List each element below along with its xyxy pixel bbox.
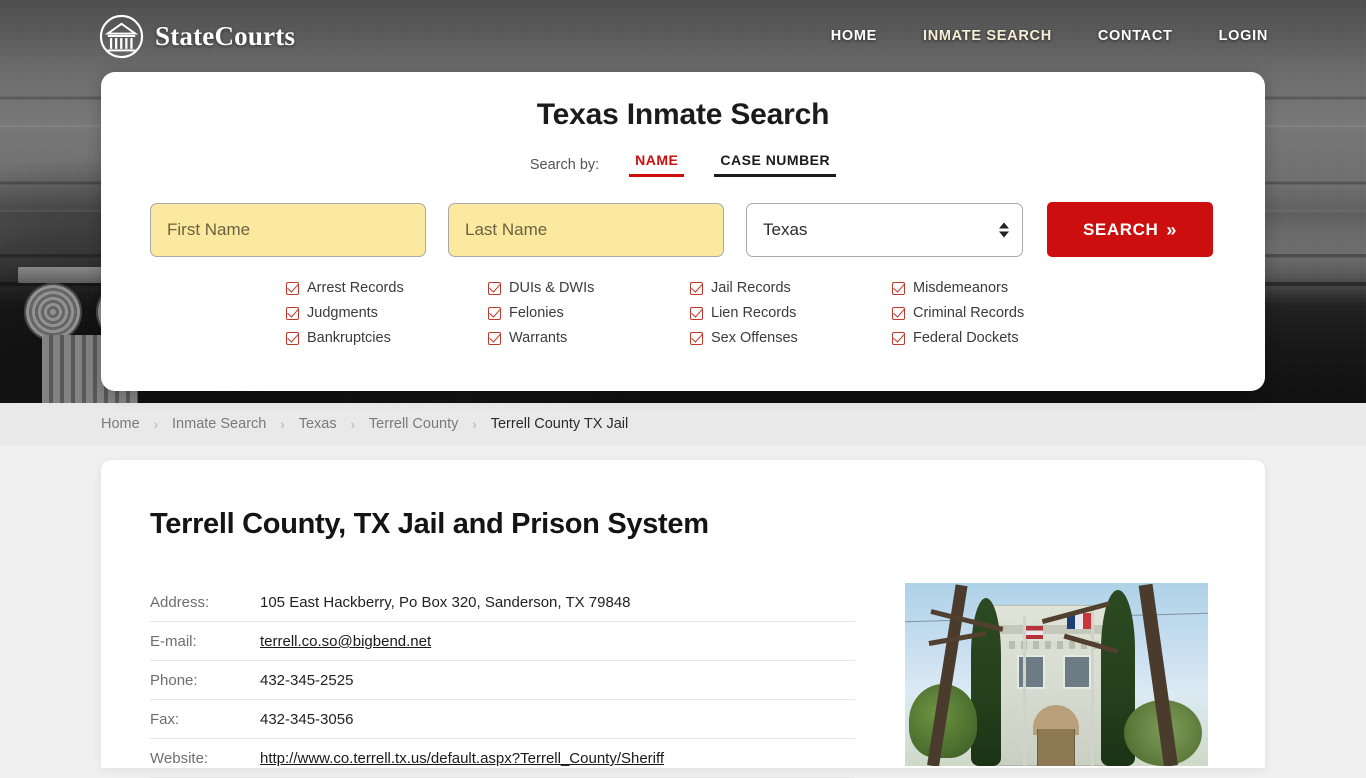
checkbox-sex-offenses[interactable]: Sex Offenses [690, 330, 892, 346]
detail-value-email: terrell.co.so@bigbend.net [260, 621, 855, 661]
double-chevron-right-icon: » [1166, 219, 1177, 240]
courthouse-circle-icon [99, 14, 144, 58]
table-row: Address: 105 East Hackberry, Po Box 320,… [150, 583, 855, 622]
search-card-title: Texas Inmate Search [536, 98, 830, 131]
site-header: StateCourts HOME INMATE SEARCH CONTACT L… [0, 0, 1366, 72]
checkbox-label: Sex Offenses [711, 330, 798, 346]
checkbox-checked-icon [892, 281, 905, 295]
tab-search-by-name[interactable]: NAME [629, 151, 685, 177]
breadcrumb-item-texas[interactable]: Texas [299, 416, 337, 432]
detail-key-address: Address: [150, 583, 260, 622]
detail-value-website: http://www.co.terrell.tx.us/default.aspx… [260, 738, 855, 778]
checkbox-label: Lien Records [711, 305, 797, 321]
search-button[interactable]: SEARCH » [1047, 202, 1213, 257]
brand-name: StateCourts [155, 20, 296, 51]
checkbox-checked-icon [690, 281, 703, 295]
checkbox-warrants[interactable]: Warrants [488, 330, 690, 346]
checkbox-label: Bankruptcies [307, 330, 391, 346]
table-row: Phone: 432-345-2525 [150, 660, 855, 700]
breadcrumb-item-inmate-search[interactable]: Inmate Search [172, 416, 266, 432]
detail-key-phone: Phone: [150, 660, 260, 700]
checkbox-arrest-records[interactable]: Arrest Records [286, 280, 488, 296]
chevron-right-icon: › [472, 416, 477, 432]
chevron-right-icon: › [350, 416, 355, 432]
us-flag-icon [1026, 626, 1043, 639]
search-button-label: SEARCH [1082, 219, 1159, 239]
breadcrumb-item-current: Terrell County TX Jail [490, 416, 629, 432]
checkbox-label: Arrest Records [307, 280, 404, 296]
checkbox-checked-icon [286, 281, 299, 295]
page-title: Terrell County, TX Jail and Prison Syste… [150, 508, 709, 540]
checkbox-felonies[interactable]: Felonies [488, 305, 690, 321]
checkbox-checked-icon [488, 331, 501, 345]
detail-value-fax: 432-345-3056 [260, 699, 855, 739]
brand-logo-link[interactable]: StateCourts [98, 13, 295, 60]
last-name-input[interactable] [448, 202, 724, 257]
nav-item-inmate-search[interactable]: INMATE SEARCH [923, 28, 1052, 44]
checkbox-label: Warrants [509, 330, 568, 346]
checkbox-label: Criminal Records [913, 305, 1025, 321]
search-form-row: SEARCH » [101, 202, 1265, 257]
checkbox-misdemeanors[interactable]: Misdemeanors [892, 280, 1094, 296]
record-type-checkbox-grid: Arrest Records DUIs & DWIs Jail Records … [101, 280, 1265, 346]
checkbox-criminal-records[interactable]: Criminal Records [892, 305, 1094, 321]
table-row: Website: http://www.co.terrell.tx.us/def… [150, 738, 855, 778]
breadcrumb-item-home[interactable]: Home [101, 416, 140, 432]
courthouse-photo [905, 583, 1208, 766]
tab-search-by-case-number[interactable]: CASE NUMBER [714, 151, 837, 177]
checkbox-checked-icon [690, 306, 703, 320]
checkbox-label: Federal Dockets [913, 330, 1019, 346]
search-by-row: Search by: NAME CASE NUMBER [101, 151, 1265, 177]
jail-detail-card: Terrell County, TX Jail and Prison Syste… [101, 460, 1265, 778]
first-name-input[interactable] [150, 202, 426, 257]
facility-detail-table: Address: 105 East Hackberry, Po Box 320,… [150, 583, 855, 778]
checkbox-lien-records[interactable]: Lien Records [690, 305, 892, 321]
checkbox-checked-icon [892, 306, 905, 320]
search-by-label: Search by: [529, 157, 600, 173]
detail-section: Address: 105 East Hackberry, Po Box 320,… [101, 583, 1265, 778]
website-link[interactable]: http://www.co.terrell.tx.us/default.aspx… [260, 750, 664, 767]
nav-item-home[interactable]: HOME [831, 28, 877, 44]
table-row: Fax: 432-345-3056 [150, 699, 855, 739]
chevron-right-icon: › [153, 416, 159, 432]
nav-item-contact[interactable]: CONTACT [1098, 28, 1173, 44]
checkbox-bankruptcies[interactable]: Bankruptcies [286, 330, 488, 346]
checkbox-duis-dwis[interactable]: DUIs & DWIs [488, 280, 690, 296]
main-navigation: HOME INMATE SEARCH CONTACT LOGIN [831, 28, 1268, 44]
detail-value-phone: 432-345-2525 [260, 660, 855, 700]
inmate-search-card: Texas Inmate Search Search by: NAME CASE… [101, 72, 1265, 391]
checkbox-label: DUIs & DWIs [509, 280, 595, 296]
checkbox-checked-icon [286, 306, 299, 320]
breadcrumb: Home › Inmate Search › Texas › Terrell C… [101, 416, 628, 432]
detail-key-email: E-mail: [150, 621, 260, 661]
detail-key-fax: Fax: [150, 699, 260, 739]
checkbox-checked-icon [286, 331, 299, 345]
checkbox-jail-records[interactable]: Jail Records [690, 280, 892, 296]
detail-value-address: 105 East Hackberry, Po Box 320, Sanderso… [260, 583, 855, 622]
checkbox-checked-icon [488, 281, 501, 295]
state-select[interactable] [746, 202, 1023, 257]
checkbox-label: Felonies [509, 305, 564, 321]
checkbox-label: Judgments [307, 305, 378, 321]
checkbox-checked-icon [488, 306, 501, 320]
email-link[interactable]: terrell.co.so@bigbend.net [260, 633, 431, 650]
checkbox-checked-icon [690, 331, 703, 345]
checkbox-label: Jail Records [711, 280, 791, 296]
table-row: E-mail: terrell.co.so@bigbend.net [150, 621, 855, 661]
checkbox-judgments[interactable]: Judgments [286, 305, 488, 321]
detail-key-website: Website: [150, 738, 260, 778]
breadcrumb-item-terrell-county[interactable]: Terrell County [369, 416, 458, 432]
checkbox-label: Misdemeanors [913, 280, 1009, 296]
chevron-right-icon: › [280, 416, 285, 432]
checkbox-federal-dockets[interactable]: Federal Dockets [892, 330, 1094, 346]
nav-item-login[interactable]: LOGIN [1219, 28, 1268, 44]
state-select-wrap [746, 202, 1023, 257]
checkbox-checked-icon [892, 331, 905, 345]
breadcrumb-bar: Home › Inmate Search › Texas › Terrell C… [0, 403, 1366, 445]
